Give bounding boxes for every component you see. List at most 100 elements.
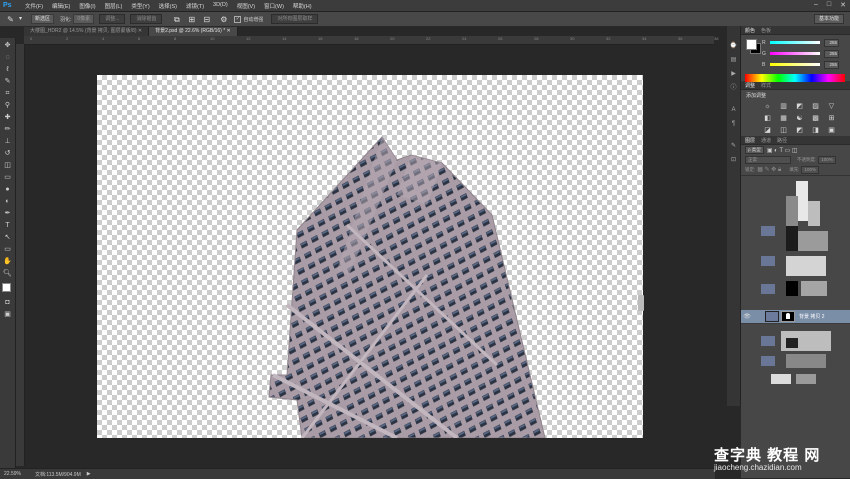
shape-tool-icon[interactable]: ▭ bbox=[3, 245, 12, 254]
dodge-tool-icon[interactable]: ◐ bbox=[3, 197, 12, 206]
type-tool-icon[interactable]: T bbox=[3, 221, 12, 230]
quick-mask-icon[interactable]: ◘ bbox=[3, 298, 12, 307]
auto-enhance-checkbox[interactable]: ✓ 自动增强 bbox=[234, 15, 263, 23]
blend-mode-select[interactable]: 正常 bbox=[745, 156, 791, 164]
healing-tool-icon[interactable]: ✚ bbox=[3, 113, 12, 122]
info-icon[interactable]: ⓘ bbox=[729, 84, 738, 92]
maximize-button[interactable]: □ bbox=[827, 1, 831, 9]
adjustment-icon[interactable]: ☯ bbox=[795, 115, 804, 123]
channel-value[interactable]: 255 bbox=[824, 60, 839, 69]
doc-tab-active[interactable]: 背景2.psd @ 22.6% (RGB/16) * ✕ bbox=[149, 27, 238, 36]
marquee-tool-icon[interactable]: ◌ bbox=[3, 53, 12, 62]
menu-item[interactable]: 文件(F) bbox=[25, 2, 43, 10]
adjustment-icon[interactable]: ◨ bbox=[811, 127, 820, 135]
adjustment-icon[interactable]: ◫ bbox=[779, 127, 788, 135]
tab-layers[interactable]: 图层 bbox=[745, 137, 755, 144]
menu-item[interactable]: 类型(Y) bbox=[131, 2, 149, 10]
menu-item[interactable]: 图像(I) bbox=[79, 2, 95, 10]
eraser-tool-icon[interactable]: ◫ bbox=[3, 161, 12, 170]
channel-slider[interactable] bbox=[770, 52, 820, 55]
foreground-color-swatch[interactable] bbox=[2, 283, 11, 292]
tab-adjustments[interactable]: 调整 bbox=[745, 82, 755, 89]
anti-alias-button[interactable]: 消除锯齿 bbox=[130, 14, 163, 24]
feather-field[interactable]: 0像素 bbox=[73, 14, 95, 24]
clone-source-icon[interactable]: ⊡ bbox=[729, 156, 738, 164]
status-arrow-icon[interactable]: ▶ bbox=[87, 471, 91, 477]
fill-field[interactable]: 100% bbox=[801, 166, 819, 174]
crop-tool-icon[interactable]: ⌗ bbox=[3, 89, 12, 98]
path-select-tool-icon[interactable]: ↖ bbox=[3, 233, 12, 242]
adjustment-icon[interactable]: ▨ bbox=[811, 103, 820, 111]
new-selection-icon[interactable]: ⧉ bbox=[172, 15, 181, 24]
actions-icon[interactable]: ▶ bbox=[729, 70, 738, 78]
adjustment-icon[interactable]: ▽ bbox=[827, 103, 836, 111]
adjustment-icon[interactable]: ⊞ bbox=[827, 115, 836, 123]
history-brush-icon[interactable]: ↺ bbox=[3, 149, 12, 158]
adjustment-icon[interactable]: ☼ bbox=[763, 103, 772, 111]
fg-swatch[interactable] bbox=[746, 39, 757, 50]
lasso-tool-icon[interactable]: ℓ bbox=[3, 65, 12, 74]
quick-select-tool-icon[interactable]: ✎ bbox=[3, 77, 12, 86]
tool-preset-arrow-icon[interactable]: ▾ bbox=[16, 15, 25, 24]
filter-icons[interactable]: ▣ ◐ T ▭ ◫ bbox=[767, 147, 798, 154]
channel-slider[interactable] bbox=[770, 41, 820, 44]
adjustment-icon[interactable]: ◩ bbox=[795, 103, 804, 111]
tab-swatches[interactable]: 色板 bbox=[761, 27, 771, 34]
document-canvas[interactable] bbox=[97, 75, 643, 438]
adjustment-icon[interactable]: ◪ bbox=[763, 127, 772, 135]
blur-tool-icon[interactable]: ● bbox=[3, 185, 12, 194]
menu-item[interactable]: 选择(S) bbox=[159, 2, 177, 10]
close-button[interactable]: ✕ bbox=[840, 1, 846, 9]
tab-channels[interactable]: 通道 bbox=[761, 137, 771, 144]
layer-name[interactable]: 背景 拷贝 2 bbox=[799, 313, 825, 320]
menu-item[interactable]: 滤镜(T) bbox=[186, 2, 204, 10]
menu-item[interactable]: 编辑(E) bbox=[52, 2, 70, 10]
color-spectrum[interactable] bbox=[745, 74, 845, 82]
gradient-tool-icon[interactable]: ▭ bbox=[3, 173, 12, 182]
paragraph-icon[interactable]: ¶ bbox=[729, 120, 738, 128]
subtract-selection-icon[interactable]: ⊟ bbox=[202, 15, 211, 24]
brush-tool-icon[interactable]: ✏ bbox=[3, 125, 12, 134]
adjustment-icon[interactable]: ▩ bbox=[811, 115, 820, 123]
tab-color[interactable]: 颜色 bbox=[745, 27, 755, 34]
add-selection-icon[interactable]: ⊞ bbox=[187, 15, 196, 24]
channel-value[interactable]: 255 bbox=[824, 49, 839, 58]
pen-tool-icon[interactable]: ✒ bbox=[3, 209, 12, 218]
doc-tab[interactable]: 大楼图_HDR2 @ 14.5% (背景 拷贝, 图层蒙版/8) ✕ bbox=[24, 27, 150, 36]
minimize-button[interactable]: – bbox=[814, 1, 818, 9]
layer-kind-filter[interactable]: ρ 类型 bbox=[745, 146, 764, 154]
tab-paths[interactable]: 路径 bbox=[777, 137, 787, 144]
channel-value[interactable]: 255 bbox=[824, 38, 839, 47]
brush-settings-icon[interactable]: ⚙ bbox=[219, 15, 228, 24]
adjustment-icon[interactable]: ▣ bbox=[827, 127, 836, 135]
move-tool-icon[interactable]: ✥ bbox=[3, 41, 12, 50]
channel-slider[interactable] bbox=[770, 63, 820, 66]
adjustment-icon[interactable]: ◧ bbox=[763, 115, 772, 123]
menu-item[interactable]: 图层(L) bbox=[105, 2, 123, 10]
menu-item[interactable]: 帮助(H) bbox=[293, 2, 312, 10]
layer-mask-thumbnail[interactable] bbox=[781, 311, 795, 322]
menu-item[interactable]: 窗口(W) bbox=[264, 2, 284, 10]
eyedropper-tool-icon[interactable]: ⚲ bbox=[3, 101, 12, 110]
properties-icon[interactable]: ▤ bbox=[729, 56, 738, 64]
eye-icon[interactable]: 👁 bbox=[743, 313, 751, 320]
selection-mode-field[interactable]: 新选区 bbox=[31, 14, 55, 24]
workspace-select[interactable]: 基本功能 bbox=[813, 14, 844, 24]
character-icon[interactable]: A bbox=[729, 106, 738, 114]
menu-item[interactable]: 3D(D) bbox=[213, 2, 228, 10]
opacity-field[interactable]: 100% bbox=[818, 156, 836, 164]
zoom-level[interactable]: 22.59% bbox=[4, 471, 21, 477]
stamp-tool-icon[interactable]: ⊥ bbox=[3, 137, 12, 146]
refine-edge-button[interactable]: 调整... bbox=[99, 14, 126, 24]
screen-mode-icon[interactable]: ▣ bbox=[3, 310, 12, 319]
sample-all-button[interactable]: 对所有图层取样 bbox=[271, 14, 319, 24]
tab-styles[interactable]: 样式 bbox=[761, 82, 771, 89]
layer-row-selected[interactable]: 👁 背景 拷贝 2 bbox=[741, 310, 850, 324]
adjustment-icon[interactable]: ▥ bbox=[779, 103, 788, 111]
lock-icons[interactable]: ▦ ✎ ✥ 🔒︎ bbox=[757, 166, 781, 174]
history-icon[interactable]: ⌚ bbox=[729, 42, 738, 50]
quick-selection-tool-icon[interactable]: ✎ bbox=[6, 15, 15, 24]
menu-item[interactable]: 视图(V) bbox=[237, 2, 255, 10]
scroll-handle[interactable] bbox=[638, 295, 644, 311]
hand-tool-icon[interactable]: ✋ bbox=[3, 257, 12, 266]
